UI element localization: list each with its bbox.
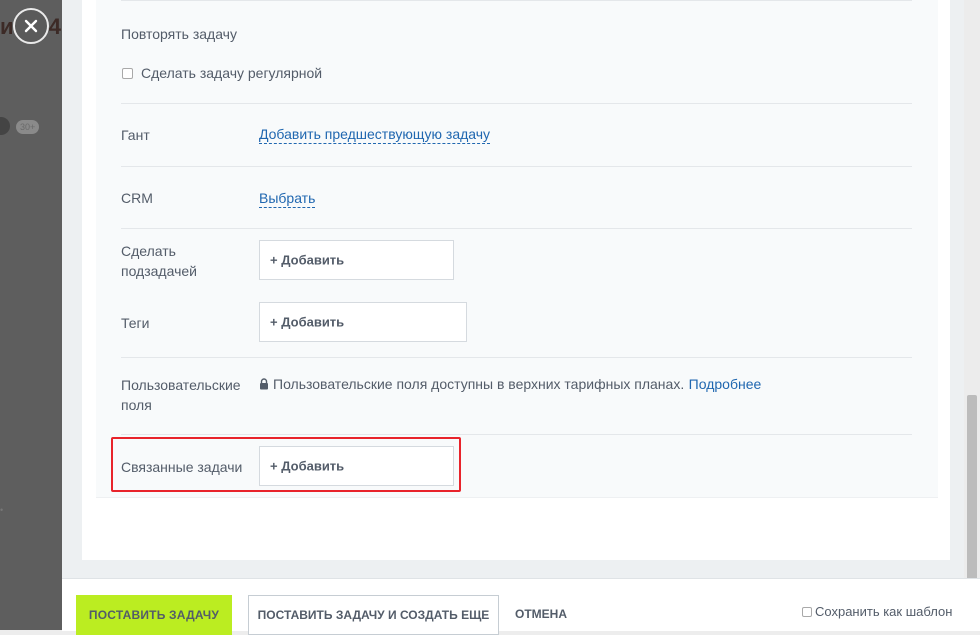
task-slider-panel: Повторять задачу Сделать задачу регулярн… [62,0,980,630]
recurring-task-checkbox[interactable] [122,68,133,79]
add-predecessor-link[interactable]: Добавить предшествующую задачу [259,125,491,144]
highlight-frame [111,437,461,492]
divider [121,434,912,435]
save-as-template-label[interactable]: Сохранить как шаблон [815,604,952,619]
submit-task-button[interactable]: ПОСТАВИТЬ ЗАДАЧУ [76,595,232,635]
scrollbar[interactable] [964,0,980,580]
user-fields-notice-text: Пользовательские поля доступны в верхних… [273,376,685,392]
divider [121,103,912,104]
background-counter-badge: 30+ [16,120,40,134]
background-marker: • [0,505,4,515]
user-fields-label-line2: поля [121,397,152,413]
add-tag-button[interactable]: + Добавить [259,302,467,342]
background-avatar [0,117,10,135]
background-page: ия 24 30+ • [0,0,62,630]
subtask-label-line1: Сделать [121,243,176,259]
subtask-label: Сделать подзадачей [121,241,197,281]
divider [121,357,912,358]
gantt-label: Гант [121,127,150,143]
add-tag-label: + Добавить [270,314,345,330]
add-parent-task-button[interactable]: + Добавить [259,240,454,280]
divider [121,0,912,1]
lock-icon [260,378,268,390]
close-slider-button[interactable] [13,8,49,44]
recurring-task-label[interactable]: Сделать задачу регулярной [141,65,322,81]
subtask-label-line2: подзадачей [121,263,197,279]
divider [121,166,912,167]
save-as-template-checkbox[interactable] [802,607,812,617]
additional-options-section: Повторять задачу Сделать задачу регулярн… [96,0,938,498]
user-fields-notice: Пользовательские поля доступны в верхних… [259,376,761,394]
user-fields-more-link[interactable]: Подробнее [689,376,762,392]
crm-label: CRM [121,190,153,206]
user-fields-label-line1: Пользовательские [121,377,241,393]
divider [121,228,912,229]
scrollbar-thumb[interactable] [967,395,977,580]
save-as-template-option[interactable]: Сохранить как шаблон [802,604,952,619]
submit-and-create-another-button[interactable]: ПОСТАВИТЬ ЗАДАЧУ И СОЗДАТЬ ЕЩЕ [248,595,499,635]
close-icon [24,19,38,33]
task-form-footer: ПОСТАВИТЬ ЗАДАЧУ ПОСТАВИТЬ ЗАДАЧУ И СОЗД… [62,578,980,635]
crm-select-link[interactable]: Выбрать [259,189,316,208]
cancel-button[interactable]: ОТМЕНА [515,607,567,621]
user-fields-label: Пользовательские поля [121,375,241,415]
add-parent-task-label: + Добавить [270,252,345,268]
tags-label: Теги [121,315,150,331]
repeat-task-label: Повторять задачу [121,26,237,42]
